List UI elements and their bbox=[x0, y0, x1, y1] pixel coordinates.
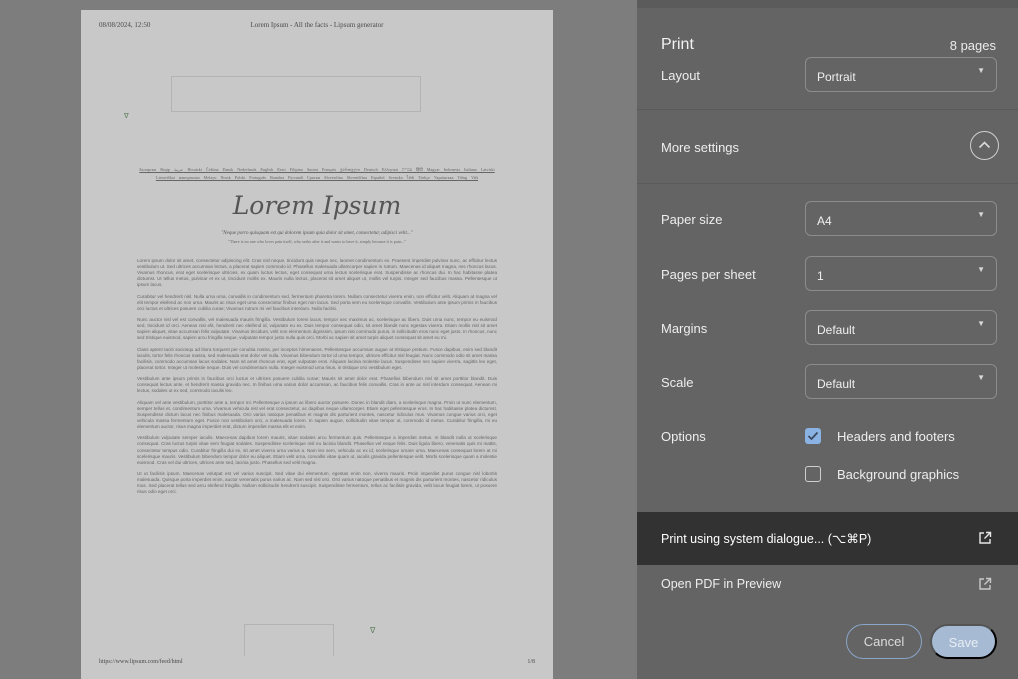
body-paragraph: Vestibulum vulputate semper iaculis. Mae… bbox=[137, 435, 497, 465]
preview-page: 08/08/2024, 12:50 Lorem Ipsum - All the … bbox=[81, 10, 553, 679]
body-paragraph: Curabitur vel hendrerit nisl. Nulla urna… bbox=[137, 293, 497, 311]
more-settings-toggle[interactable] bbox=[970, 131, 999, 160]
paper-size-label: Paper size bbox=[661, 212, 723, 227]
headers-footers-label[interactable]: Headers and footers bbox=[837, 429, 955, 444]
external-link-icon bbox=[979, 531, 992, 544]
scale-label: Scale bbox=[661, 375, 694, 390]
document-quote-translation: "There is no one who loves pain itself, … bbox=[228, 239, 406, 244]
print-system-dialogue-label: Print using system dialogue... (⌥⌘P) bbox=[661, 532, 872, 546]
dropdown-caret-icon: ▼ bbox=[977, 373, 985, 382]
ad-placeholder-bottom bbox=[244, 624, 334, 656]
page-footer-number: 1/8 bbox=[527, 659, 535, 665]
body-paragraph: Class aptent taciti sociosqu ad litora t… bbox=[137, 346, 497, 370]
open-pdf-in-preview-link[interactable]: Open PDF in Preview bbox=[661, 577, 781, 591]
page-header-title: Lorem Ipsum - All the facts - Lipsum gen… bbox=[250, 21, 384, 29]
body-paragraph: Lorem ipsum dolor sit amet, consectetur … bbox=[137, 258, 497, 288]
page-footer-url: https://www.lipsum.com/feed/html bbox=[99, 659, 183, 665]
document-body: Lorem ipsum dolor sit amet, consectetur … bbox=[137, 258, 497, 501]
language-links: Бъларски Shqip عربية Hrvatski Čeština Da… bbox=[139, 167, 495, 180]
more-settings-label[interactable]: More settings bbox=[661, 140, 739, 155]
section-divider bbox=[637, 183, 1018, 184]
body-paragraph: Ut ut facilisis ipsum. Maecenas volutpat… bbox=[137, 471, 497, 495]
print-system-dialogue-row[interactable]: Print using system dialogue... (⌥⌘P) bbox=[637, 512, 1018, 565]
print-preview-area: 08/08/2024, 12:50 Lorem Ipsum - All the … bbox=[0, 0, 637, 679]
headers-footers-checkbox[interactable] bbox=[805, 428, 821, 444]
cancel-button[interactable]: Cancel bbox=[846, 624, 922, 659]
section-divider bbox=[637, 109, 1018, 110]
layout-label: Layout bbox=[661, 68, 701, 83]
body-paragraph: Nunc auctor nisl vel est convallis, vel … bbox=[137, 317, 497, 341]
dropdown-caret-icon: ▼ bbox=[977, 66, 985, 75]
ad-mark-icon: ∇ bbox=[370, 626, 376, 635]
dropdown-caret-icon: ▼ bbox=[977, 210, 985, 219]
paper-size-select[interactable]: A4 ▼ bbox=[805, 201, 997, 236]
pages-per-sheet-value: 1 bbox=[817, 269, 824, 283]
body-paragraph: Vestibulum ante ipsum primis in faucibus… bbox=[137, 376, 497, 394]
pages-count: 8 pages bbox=[949, 38, 996, 53]
print-settings-panel: Print 8 pages Layout Portrait ▼ More set… bbox=[637, 0, 1018, 679]
external-link-icon[interactable] bbox=[978, 577, 992, 591]
margins-value: Default bbox=[817, 323, 856, 337]
pages-per-sheet-select[interactable]: 1 ▼ bbox=[805, 256, 997, 291]
ad-placeholder-top bbox=[171, 76, 421, 112]
save-button[interactable]: Save bbox=[930, 624, 997, 659]
document-quote: "Neque porro quisquam est qui dolorem ip… bbox=[221, 231, 413, 236]
background-graphics-checkbox[interactable] bbox=[805, 466, 821, 482]
dropdown-caret-icon: ▼ bbox=[977, 265, 985, 274]
checkmark-icon bbox=[807, 431, 819, 441]
ad-mark-icon: ∇ bbox=[124, 112, 129, 120]
chevron-up-icon bbox=[978, 141, 991, 149]
pages-per-sheet-label: Pages per sheet bbox=[661, 267, 756, 282]
scale-value: Default bbox=[817, 377, 856, 391]
layout-value: Portrait bbox=[817, 70, 856, 84]
panel-top-strip bbox=[637, 0, 1018, 8]
scale-select[interactable]: Default ▼ bbox=[805, 364, 997, 399]
paper-size-value: A4 bbox=[817, 214, 832, 228]
options-label: Options bbox=[661, 429, 706, 444]
background-graphics-label[interactable]: Background graphics bbox=[837, 467, 959, 482]
margins-select[interactable]: Default ▼ bbox=[805, 310, 997, 345]
panel-title: Print bbox=[661, 36, 694, 53]
document-title: Lorem Ipsum bbox=[232, 191, 402, 220]
layout-select[interactable]: Portrait ▼ bbox=[805, 57, 997, 92]
body-paragraph: Aliquam vel ante vestibulum, porttitor a… bbox=[137, 399, 497, 430]
margins-label: Margins bbox=[661, 321, 708, 336]
dropdown-caret-icon: ▼ bbox=[977, 319, 985, 328]
